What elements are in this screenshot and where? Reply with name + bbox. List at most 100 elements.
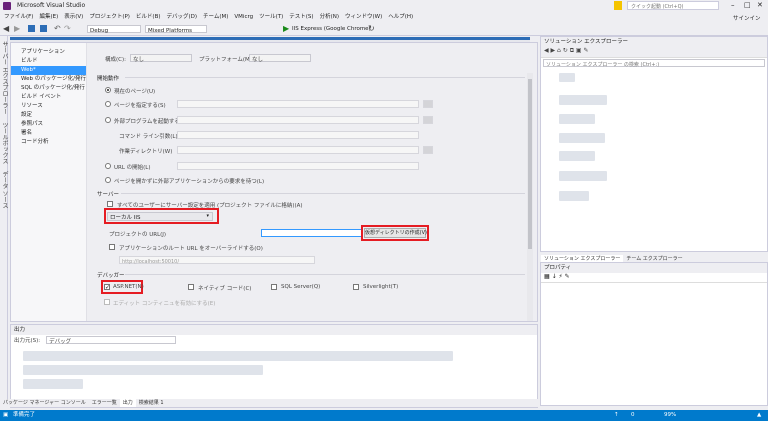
nav-item-reference-paths[interactable]: 参照パス bbox=[11, 120, 86, 129]
command-args-input bbox=[177, 131, 419, 139]
menu-window[interactable]: ウィンドウ(W) bbox=[345, 12, 382, 23]
config-select[interactable]: Debug bbox=[87, 25, 141, 34]
label-project-url: プロジェクトの URL(J) bbox=[109, 232, 167, 238]
label-aspnet: ASP.NET(N) bbox=[113, 284, 144, 290]
status-bar: ▣ 準備完了 ↑ 0 99% ▲ bbox=[0, 410, 768, 421]
menu-file[interactable]: ファイル(F) bbox=[4, 12, 33, 23]
bottom-tab-strip: パッケージ マネージャー コンソール エラー一覧 出力 検索結果 1 bbox=[0, 399, 540, 407]
platform-select[interactable]: Mixed Platforms bbox=[145, 25, 207, 34]
checkbox-sql[interactable] bbox=[271, 284, 277, 290]
menu-view[interactable]: 表示(V) bbox=[64, 12, 83, 23]
blurred-tree-item bbox=[559, 95, 607, 105]
radio-external-program[interactable] bbox=[105, 117, 111, 123]
tab-output[interactable]: 出力 bbox=[119, 399, 136, 407]
menu-build[interactable]: ビルド(B) bbox=[136, 12, 161, 23]
radio-current-page[interactable] bbox=[105, 87, 111, 93]
nav-item-settings[interactable]: 設定 bbox=[11, 111, 86, 120]
output-header: 出力 bbox=[11, 325, 537, 335]
nav-item-web[interactable]: Web* bbox=[11, 66, 86, 75]
status-ready: 準備完了 bbox=[13, 412, 36, 418]
forward-icon[interactable]: ▶ bbox=[14, 24, 20, 33]
tab-find-results[interactable]: 検索結果 1 bbox=[136, 399, 167, 407]
radio-start-url[interactable] bbox=[105, 163, 111, 169]
blurred-tree-item bbox=[559, 133, 605, 143]
external-program-browse bbox=[423, 116, 433, 124]
nav-item-build-events[interactable]: ビルド イベント bbox=[11, 93, 86, 102]
output-source-select[interactable]: デバッグ bbox=[46, 335, 177, 345]
blurred-output-text bbox=[23, 365, 263, 375]
status-zoom: 99% bbox=[664, 412, 677, 418]
save-icon[interactable] bbox=[28, 25, 35, 32]
quick-launch-input[interactable]: クイック起動 (Ctrl+Q) bbox=[627, 1, 719, 10]
maximize-button[interactable]: □ bbox=[744, 1, 751, 9]
output-source-value: デバッグ bbox=[49, 338, 72, 345]
menu-tools[interactable]: ツール(T) bbox=[259, 12, 283, 23]
menu-debug[interactable]: デバッグ(D) bbox=[167, 12, 198, 23]
label-start-url: URL の開始(L) bbox=[114, 165, 151, 171]
blurred-output-text bbox=[23, 351, 453, 361]
nav-item-application[interactable]: アプリケーション bbox=[11, 48, 86, 57]
signin-link[interactable]: サインイン bbox=[733, 14, 761, 22]
tab-data-sources[interactable]: データ ソース bbox=[0, 169, 9, 211]
nav-item-web-package[interactable]: Web のパッケージ化/発行 bbox=[11, 75, 86, 84]
checkbox-native[interactable] bbox=[188, 284, 194, 290]
radio-specific-page[interactable] bbox=[105, 101, 111, 107]
output-toolbar: 出力元(S): デバッグ bbox=[11, 335, 537, 345]
back-icon[interactable]: ◀ bbox=[3, 24, 9, 33]
menu-edit[interactable]: 編集(E) bbox=[39, 12, 58, 23]
project-url-input[interactable] bbox=[261, 229, 363, 237]
menu-analyze[interactable]: 分析(N) bbox=[320, 12, 339, 23]
blurred-tree-item bbox=[559, 171, 607, 181]
checkbox-override-root[interactable] bbox=[109, 244, 115, 250]
vs-logo-icon bbox=[3, 2, 11, 10]
property-nav: アプリケーション ビルド Web* Web のパッケージ化/発行 SQL のパッ… bbox=[11, 43, 87, 321]
tab-error-list[interactable]: エラー一覧 bbox=[89, 399, 120, 407]
menu-vmicrg[interactable]: VMicrg bbox=[234, 12, 253, 23]
checkbox-aspnet[interactable]: ✓ bbox=[104, 284, 110, 291]
save-all-icon[interactable] bbox=[40, 25, 47, 32]
tab-toolbox[interactable]: ツールボックス bbox=[0, 120, 9, 166]
external-program-input bbox=[177, 116, 419, 124]
left-tool-tabs: サーバー エクスプローラー ツールボックス データ ソース bbox=[0, 36, 8, 406]
tab-server-explorer[interactable]: サーバー エクスプローラー bbox=[0, 39, 9, 117]
platform-combo-value: なし bbox=[252, 57, 264, 63]
label-silverlight: Silverlight(T) bbox=[363, 284, 399, 290]
menu-team[interactable]: チーム(M) bbox=[203, 12, 228, 23]
refresh-icon[interactable]: ↻ bbox=[368, 24, 375, 33]
close-button[interactable]: ✕ bbox=[757, 1, 763, 9]
editor-scrollbar-thumb[interactable] bbox=[528, 79, 532, 249]
tab-package-manager-console[interactable]: パッケージ マネージャー コンソール bbox=[0, 399, 89, 407]
menu-help[interactable]: ヘルプ(H) bbox=[388, 12, 413, 23]
checkbox-silverlight[interactable] bbox=[353, 284, 359, 290]
undo-icon[interactable]: ↶ bbox=[54, 24, 61, 33]
nav-item-build[interactable]: ビルド bbox=[11, 57, 86, 66]
redo-icon[interactable]: ↷ bbox=[64, 24, 71, 33]
status-icon: ▣ bbox=[3, 412, 9, 418]
editor-scrollbar[interactable] bbox=[527, 73, 533, 321]
solution-search-input[interactable]: ソリューション エクスプローラー の検索 (Ctrl+:) bbox=[543, 59, 765, 68]
nav-item-resources[interactable]: リソース bbox=[11, 102, 86, 111]
run-target-label[interactable]: IIS Express (Google Chrome) bbox=[292, 26, 371, 32]
platform-value: Mixed Platforms bbox=[148, 28, 193, 34]
label-edit-continue: エディット コンティニュを有効にする(E) bbox=[113, 301, 216, 307]
nav-item-sql-package[interactable]: SQL のパッケージ化/発行 bbox=[11, 84, 86, 93]
server-select[interactable]: ローカル IIS ▾ bbox=[107, 212, 213, 221]
minimize-button[interactable]: – bbox=[731, 1, 735, 9]
checkbox-apply-all-users[interactable] bbox=[107, 201, 113, 207]
notification-icon[interactable]: ▲ bbox=[757, 410, 761, 421]
nav-item-code-analysis[interactable]: コード分析 bbox=[11, 138, 86, 147]
chevron-down-icon: ▾ bbox=[206, 213, 209, 219]
config-combo: なし bbox=[130, 54, 192, 63]
radio-wait-request[interactable] bbox=[105, 177, 111, 183]
menu-test[interactable]: テスト(S) bbox=[289, 12, 313, 23]
start-debug-icon[interactable]: ▶ bbox=[283, 24, 289, 33]
checkbox-edit-continue bbox=[104, 299, 110, 305]
filter-icon[interactable] bbox=[614, 1, 622, 10]
menu-project[interactable]: プロジェクト(P) bbox=[89, 12, 130, 23]
config-value: Debug bbox=[90, 28, 109, 34]
create-vdir-button[interactable]: 仮想ディレクトリの作成(V) bbox=[364, 228, 427, 238]
properties-header: プロパティ bbox=[541, 263, 767, 273]
nav-item-signing[interactable]: 署名 bbox=[11, 129, 86, 138]
active-document-tab[interactable] bbox=[10, 37, 530, 40]
up-arrow-icon: ↑ bbox=[614, 412, 619, 418]
